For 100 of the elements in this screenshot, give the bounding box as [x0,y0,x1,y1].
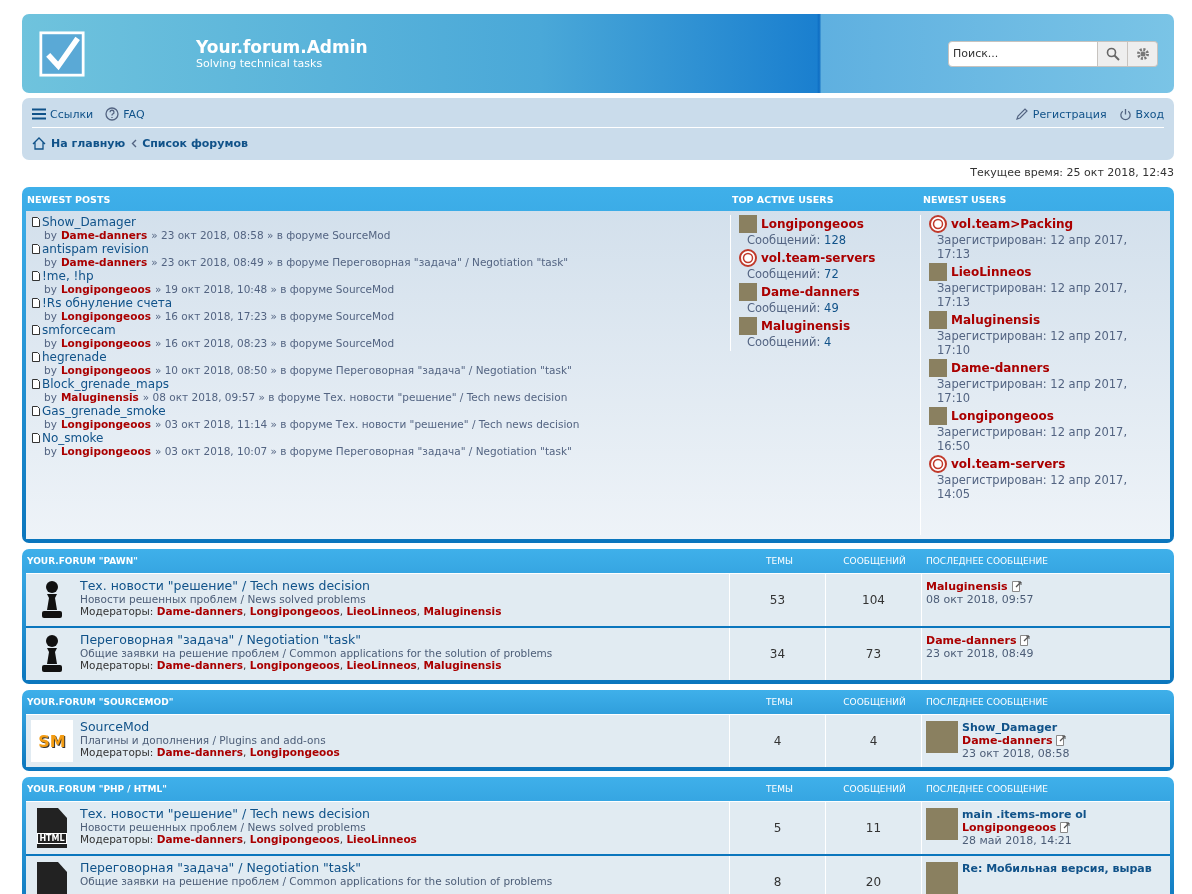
by-label: by [44,337,57,349]
post-date: 23 окт 2018, 08:58 [962,747,1070,760]
document-icon [32,379,40,389]
post-info: » 03 окт 2018, 10:07 » в форуме Переговорная "задача" / Negotiation "task" [154,445,572,457]
breadcrumb-link[interactable]: Список форумов [131,137,248,150]
username-link[interactable]: Longipongeoos [962,821,1057,834]
username-link[interactable]: Maluginensis [926,580,1008,593]
moderator-link[interactable]: Dame-danners [156,659,243,671]
moderator-link[interactable]: Dame-danners [156,605,243,617]
username-link[interactable]: Dame-danners [962,734,1053,747]
column-header: СООБЩЕНИЙ [842,697,907,707]
moderator-link[interactable]: Longipongeoos [249,746,340,758]
topic-link[interactable]: Show_Damager [42,215,136,229]
nav-link[interactable]: Ссылки [32,107,94,121]
nav-link[interactable]: Вход [1118,107,1164,121]
moderator-link[interactable]: LieoLinneos [346,659,417,671]
username-link[interactable]: Longipongeoos [60,418,151,430]
forum-link[interactable]: SourceMod [80,719,727,734]
moderator-link[interactable]: Maluginensis [423,605,502,617]
post-date: 23 окт 2018, 08:49 [926,647,1034,660]
posts-count: 49 [824,301,839,315]
topic-link[interactable]: Re: Мобильная версия, вырав [962,862,1152,875]
username-link[interactable]: Longipongeoos [60,310,151,322]
column-header: ТЕМЫ [765,556,794,566]
username-link[interactable]: Maluginensis [761,319,851,333]
by-label: by [44,418,57,430]
separator: , [243,659,248,671]
username-link[interactable]: Dame-danners [60,256,148,268]
topic-link[interactable]: Show_Damager [962,721,1070,734]
username-link[interactable]: Longipongeoos [60,364,151,376]
topic-link[interactable]: Gas_grenade_smoke [42,404,166,418]
posts-count: 4 [826,715,922,767]
moderator-link[interactable]: Maluginensis [423,659,502,671]
moderator-link[interactable]: Dame-danners [156,833,243,845]
topic-link[interactable]: smforcecam [42,323,116,337]
username-link[interactable]: Longipongeoos [761,217,864,231]
view-post-icon[interactable] [1020,635,1032,646]
sm-logo: SM [31,720,73,762]
posts-count: 4 [824,335,832,349]
username-link[interactable]: Longipongeoos [951,409,1054,423]
moderator-link[interactable]: Dame-danners [156,746,243,758]
username-link[interactable]: Longipongeoos [60,445,151,457]
posts-label: Сообщений: [747,267,821,281]
username-link[interactable]: vol.team>Packing [951,217,1074,231]
search-icon [1105,46,1120,61]
forum-description: Общие заявки на решение проблем / Common applications for the solution of problems [80,875,554,887]
search-button[interactable] [1098,40,1128,67]
username-link[interactable]: Dame-danners [951,361,1050,375]
topic-link[interactable]: main .items-more ol [962,808,1087,821]
moderator-link[interactable]: LieoLinneos [346,605,417,617]
pawn-icon [39,580,65,620]
forum-link[interactable]: Тех. новости "решение" / Tech news decision [80,578,727,593]
moderator-link[interactable]: LieoLinneos [346,833,417,845]
topic-link[interactable]: !Rs обнуление счета [42,296,173,310]
forum-description: Общие заявки на решение проблем / Common applications for the solution of problems [80,647,554,659]
nav-link[interactable]: FAQ [105,107,145,121]
forum-link[interactable]: Тех. новости "решение" / Tech news decision [80,806,727,821]
moderator-link[interactable]: Longipongeoos [249,833,340,845]
posts-count: 72 [824,267,839,281]
site-subtitle: Solving technical tasks [196,57,324,70]
topic-link[interactable]: No_smoke [42,431,104,445]
forum-link[interactable]: Переговорная "задача" / Negotiation "task" [80,632,727,647]
username-link[interactable]: Maluginensis [951,313,1041,327]
document-icon [32,298,40,308]
topic-link[interactable]: hegrenade [42,350,107,364]
username-link[interactable]: Maluginensis [60,391,139,403]
topic-link[interactable]: Block_grenade_maps [42,377,169,391]
chevron-icon [131,139,138,148]
forum-link[interactable]: Переговорная "задача" / Negotiation "task" [80,860,727,875]
nav-link[interactable]: Регистрация [1014,107,1107,121]
settings-button[interactable] [1128,40,1158,67]
post-info: » 16 окт 2018, 08:23 » в форуме SourceMod [154,337,395,349]
avatar-placeholder [739,283,757,301]
moderator-link[interactable]: Longipongeoos [249,659,340,671]
view-post-icon[interactable] [1060,822,1072,833]
separator: , [339,833,345,845]
username-link[interactable]: Dame-danners [761,285,860,299]
pencil-icon [1014,107,1029,121]
document-icon [32,406,40,416]
username-link[interactable]: vol.team-servers [761,251,876,265]
posts-count: 73 [826,628,922,680]
registered-date: Зарегистрирован: 12 апр 2017, 17:10 [936,329,1129,357]
by-label: by [44,391,57,403]
search-field[interactable]: Поиск... [948,40,1098,67]
username-link[interactable]: LieoLinneos [951,265,1032,279]
column-header: СООБЩЕНИЙ [842,556,907,566]
document-icon [32,244,40,254]
topic-link[interactable]: !me, !hp [42,269,94,283]
username-link[interactable]: Dame-danners [60,229,148,241]
view-post-icon[interactable] [1011,581,1023,592]
username-link[interactable]: Dame-danners [926,634,1017,647]
topics-count: 34 [730,628,826,680]
username-link[interactable]: Longipongeoos [60,337,151,349]
breadcrumb-link[interactable]: На главную [32,137,126,150]
username-link[interactable]: Longipongeoos [60,283,151,295]
username-link[interactable]: vol.team-servers [951,457,1066,471]
document-icon [32,325,40,335]
moderator-link[interactable]: Longipongeoos [249,605,340,617]
view-post-icon[interactable] [1056,735,1068,746]
topic-link[interactable]: antispam revision [42,242,149,256]
